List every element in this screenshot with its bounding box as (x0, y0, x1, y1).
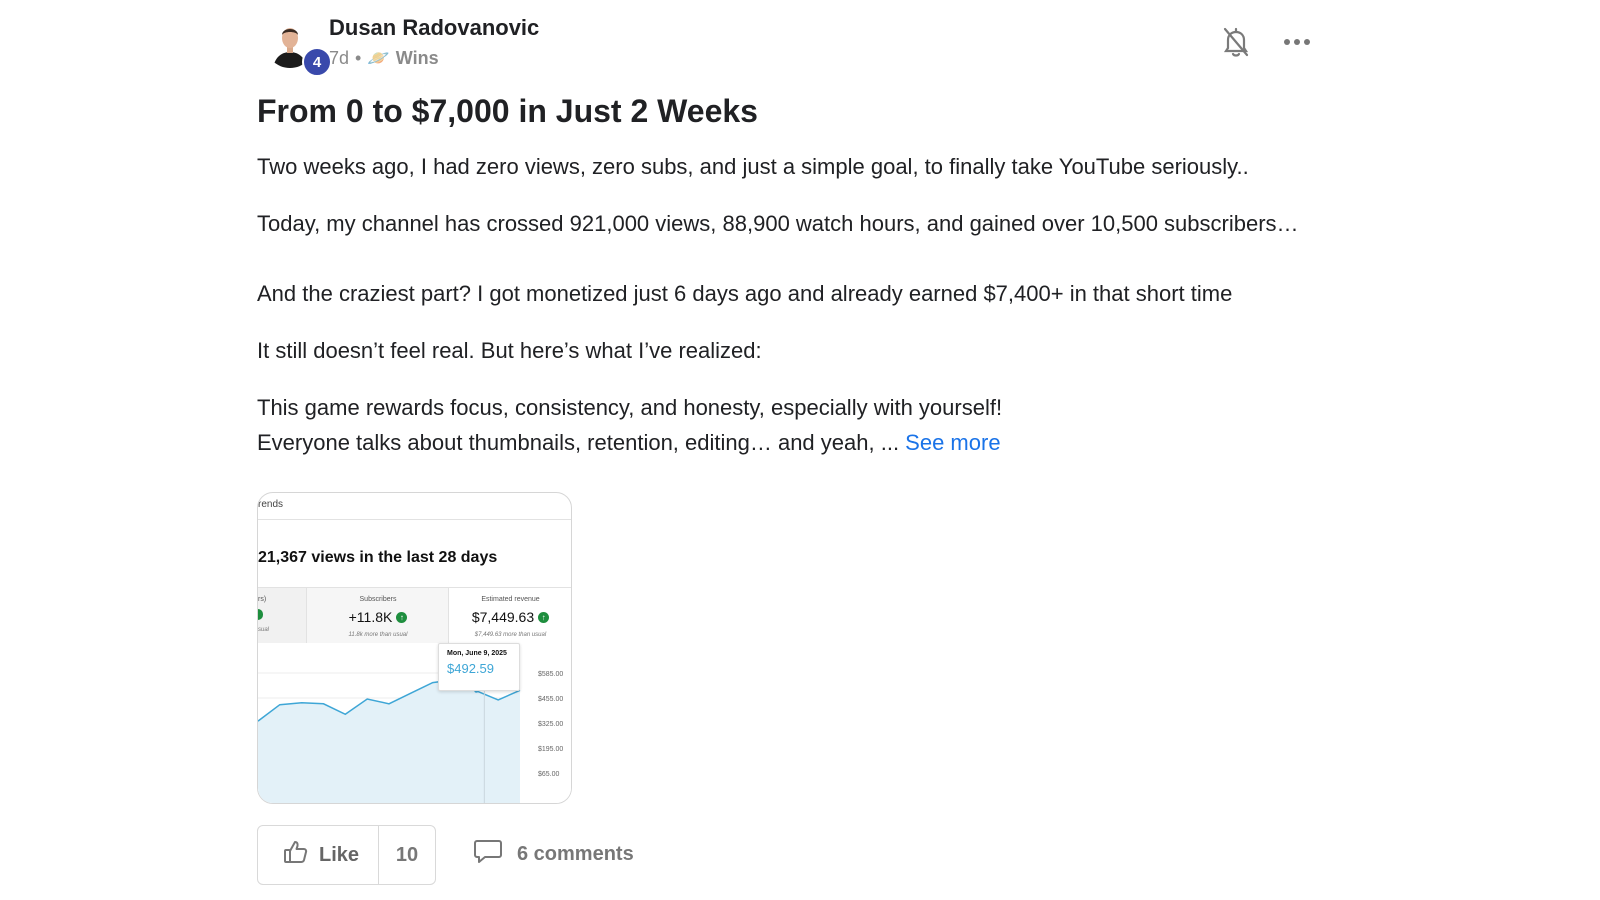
image-divider (258, 519, 571, 520)
more-options-icon[interactable] (1282, 30, 1312, 54)
y-tick-label: $455.00 (538, 696, 563, 703)
stat-revenue: Estimated revenue $7,449.63 ↑ $7,449.63 m… (448, 588, 571, 650)
stat-partial-label: rs) (258, 596, 267, 603)
stat-revenue-value: $7,449.63 (471, 609, 535, 625)
stat-subscribers: Subscribers +11.8K ↑ 11.8k more than usua… (306, 588, 449, 650)
post-meta: 7d • 🪐 Wins (329, 48, 439, 69)
up-arrow-icon (258, 609, 263, 620)
stat-subscribers-value-row: +11.8K ↑ (307, 609, 449, 625)
y-tick-label: $325.00 (538, 721, 563, 728)
notification-bell-icon[interactable] (1222, 26, 1250, 58)
post-paragraph-2: Today, my channel has crossed 921,000 vi… (257, 211, 1299, 236)
post-time: 7d (329, 48, 350, 68)
post-paragraph-4b-text: Everyone talks about thumbnails, retenti… (257, 430, 906, 455)
thumbs-up-icon (283, 839, 309, 871)
like-button[interactable]: Like (258, 826, 378, 884)
up-arrow-icon: ↑ (396, 611, 408, 623)
stat-partial: rs) sual (258, 588, 306, 650)
stat-revenue-value-row: $7,449.63 ↑ (449, 609, 571, 625)
y-tick-label: $65.00 (538, 771, 560, 778)
stat-revenue-sub: $7,449.63 more than usual (474, 632, 547, 638)
like-label: Like (319, 843, 360, 866)
image-tab-label: rends (258, 499, 284, 510)
image-headline: 21,367 views in the last 28 days (258, 549, 498, 566)
stat-subscribers-sub: 11.8k more than usual (348, 632, 408, 638)
stat-partial-sub: sual (258, 627, 270, 633)
comments-button[interactable]: 6 comments (473, 836, 634, 872)
chart-tooltip: Mon, June 9, 2025 $492.59 (438, 643, 520, 691)
post-card: 4 Dusan Radovanovic 7d • 🪐 Wins From 0 t… (257, 0, 1317, 900)
tooltip-value: $492.59 (447, 661, 494, 676)
like-box: Like 10 (257, 825, 436, 885)
meta-separator: • (355, 48, 362, 68)
stat-partial-value (258, 609, 306, 620)
revenue-chart: $585.00 $455.00 $325.00 $195.00 $65.00 (258, 643, 571, 803)
see-more-link[interactable]: See more (905, 430, 1000, 455)
author-avatar[interactable]: 4 (265, 18, 332, 77)
comments-label: 6 comments (517, 842, 634, 865)
post-paragraph-4b: Everyone talks about thumbnails, retenti… (257, 425, 1317, 460)
author-name[interactable]: Dusan Radovanovic (329, 15, 539, 41)
y-tick-label: $585.00 (538, 671, 563, 678)
post-paragraph-3: It still doesn’t feel real. But here’s w… (257, 338, 762, 363)
post-paragraph-1: Two weeks ago, I had zero views, zero su… (257, 154, 1249, 179)
stat-subscribers-label: Subscribers (359, 596, 397, 603)
up-arrow-icon: ↑ (538, 611, 550, 623)
like-count[interactable]: 10 (379, 826, 435, 884)
post-title: From 0 to $7,000 in Just 2 Weeks (257, 93, 758, 129)
stat-revenue-label: Estimated revenue (481, 596, 540, 603)
comment-icon (473, 838, 503, 870)
tooltip-date: Mon, June 9, 2025 (447, 650, 507, 657)
category-icon: 🪐 (367, 48, 390, 68)
post-image-attachment[interactable]: rends 21,367 views in the last 28 days r… (257, 492, 572, 804)
y-tick-label: $195.00 (538, 746, 563, 753)
stat-subscribers-value: +11.8K (348, 609, 393, 625)
image-stats-row: rs) sual Subscribers +11.8K ↑ 11.8k more … (258, 587, 571, 651)
category-label[interactable]: Wins (396, 48, 439, 69)
post-paragraph-2b: And the craziest part? I got monetized j… (257, 281, 1233, 306)
level-badge: 4 (302, 47, 332, 77)
post-paragraph-4: This game rewards focus, consistency, an… (257, 395, 1003, 420)
